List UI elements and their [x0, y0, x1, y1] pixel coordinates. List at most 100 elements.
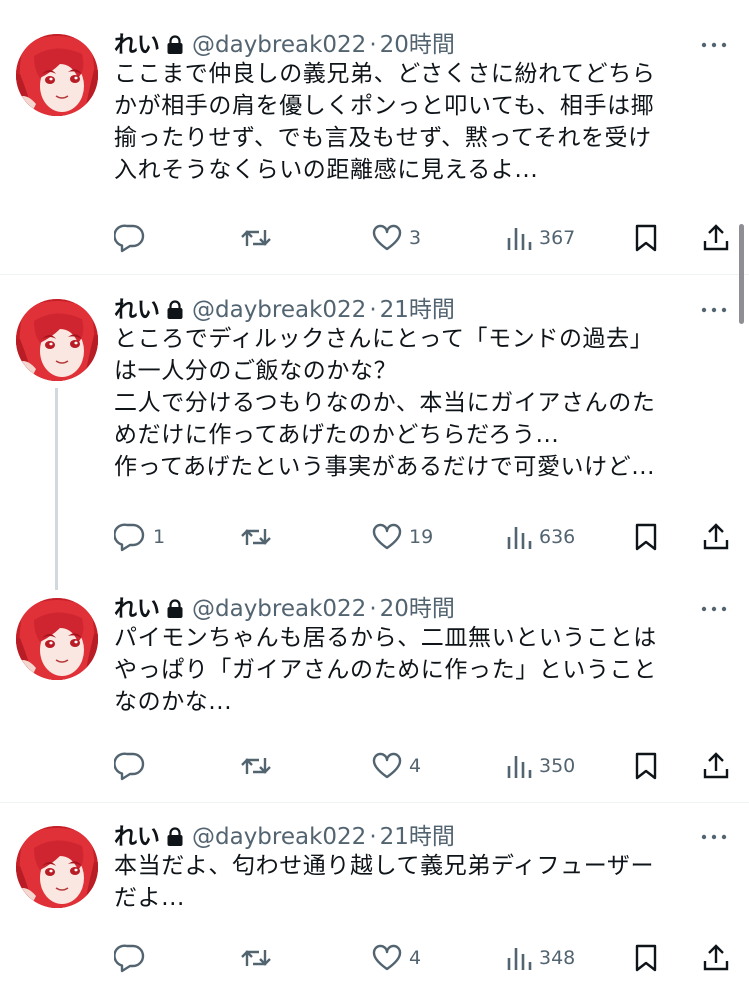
lock-icon	[166, 599, 184, 619]
tweet-text: 本当だよ、匂わせ通り越して義兄弟ディフューザー だよ...	[114, 853, 655, 911]
views-count: 636	[539, 526, 576, 548]
views-icon	[506, 752, 532, 780]
views-button[interactable]: 636	[506, 517, 575, 557]
share-button[interactable]	[702, 938, 730, 978]
scrollbar[interactable]	[739, 224, 744, 324]
like-button[interactable]: 4	[372, 746, 421, 786]
tweet-header: れい @daybreak022 · 21時間	[114, 293, 455, 327]
timestamp[interactable]: 20時間	[380, 28, 455, 62]
tweet-text: ここまで仲良しの義兄弟、どさくさに紛れてどちら かが相手の肩を優しくポンっと叩い…	[114, 61, 656, 183]
share-button[interactable]	[702, 746, 730, 786]
more-icon[interactable]	[699, 824, 729, 850]
bookmark-button[interactable]	[634, 746, 658, 786]
views-button[interactable]: 348	[506, 938, 575, 978]
like-button[interactable]: 19	[372, 517, 433, 557]
reply-icon	[114, 522, 146, 552]
share-button[interactable]	[702, 218, 730, 258]
reply-icon	[114, 943, 146, 973]
more-icon[interactable]	[699, 297, 729, 323]
more-icon[interactable]	[699, 32, 729, 58]
tweet-actions: 4 350	[110, 746, 740, 786]
views-button[interactable]: 350	[506, 746, 575, 786]
share-icon	[702, 943, 730, 973]
share-button[interactable]	[702, 517, 730, 557]
separator-dot: ·	[369, 297, 377, 323]
lock-icon	[166, 35, 184, 55]
heart-icon	[372, 224, 402, 252]
divider	[0, 802, 749, 803]
tweet-header: れい @daybreak022 · 21時間	[114, 820, 455, 854]
like-count: 4	[409, 755, 422, 777]
tweet-actions: 1 19 636	[110, 517, 740, 557]
bookmark-button[interactable]	[634, 938, 658, 978]
views-icon	[506, 523, 532, 551]
tweet-actions: 4 348	[110, 938, 740, 978]
views-count: 350	[539, 755, 576, 777]
display-name[interactable]: れい	[114, 592, 160, 626]
share-icon	[702, 522, 730, 552]
timestamp[interactable]: 20時間	[380, 592, 455, 626]
views-icon	[506, 224, 532, 252]
reply-button[interactable]	[114, 938, 153, 978]
display-name[interactable]: れい	[114, 28, 160, 62]
retweet-icon	[240, 752, 272, 780]
tweet-text: パイモンちゃんも居るから、二皿無いということは やっぱり「ガイアさんのために作っ…	[114, 625, 657, 715]
tweet-actions: 3 367	[110, 218, 740, 258]
user-handle[interactable]: @daybreak022	[192, 592, 366, 626]
more-icon[interactable]	[699, 596, 729, 622]
views-count: 348	[539, 947, 576, 969]
reply-button[interactable]: 1	[114, 517, 165, 557]
tweet-header: れい @daybreak022 · 20時間	[114, 28, 455, 62]
retweet-button[interactable]	[240, 218, 279, 258]
bookmark-button[interactable]	[634, 517, 658, 557]
avatar[interactable]	[16, 826, 98, 908]
retweet-icon	[240, 523, 272, 551]
retweet-button[interactable]	[240, 938, 279, 978]
heart-icon	[372, 523, 402, 551]
like-button[interactable]: 3	[372, 218, 421, 258]
reply-button[interactable]	[114, 746, 153, 786]
views-icon	[506, 944, 532, 972]
retweet-icon	[240, 224, 272, 252]
like-button[interactable]: 4	[372, 938, 421, 978]
user-handle[interactable]: @daybreak022	[192, 293, 366, 327]
like-count: 4	[409, 947, 422, 969]
heart-icon	[372, 944, 402, 972]
retweet-button[interactable]	[240, 517, 279, 557]
tweet-header: れい @daybreak022 · 20時間	[114, 592, 455, 626]
lock-icon	[166, 827, 184, 847]
retweet-icon	[240, 944, 272, 972]
separator-dot: ·	[369, 596, 377, 622]
timestamp[interactable]: 21時間	[380, 820, 455, 854]
retweet-button[interactable]	[240, 746, 279, 786]
user-handle[interactable]: @daybreak022	[192, 28, 366, 62]
share-icon	[702, 223, 730, 253]
like-count: 3	[409, 227, 422, 249]
share-icon	[702, 751, 730, 781]
bookmark-icon	[634, 522, 658, 552]
views-count: 367	[539, 227, 576, 249]
display-name[interactable]: れい	[114, 293, 160, 327]
display-name[interactable]: れい	[114, 820, 160, 854]
bookmark-icon	[634, 943, 658, 973]
divider	[0, 274, 749, 275]
like-count: 19	[409, 526, 434, 548]
avatar[interactable]	[16, 34, 98, 116]
reply-count: 1	[153, 526, 166, 548]
user-handle[interactable]: @daybreak022	[192, 820, 366, 854]
tweet-text: ところでディルックさんにとって「モンドの過去」 は一人分のご飯なのかな？ 二人で…	[114, 326, 656, 480]
reply-icon	[114, 223, 146, 253]
lock-icon	[166, 300, 184, 320]
bookmark-icon	[634, 223, 658, 253]
avatar[interactable]	[16, 299, 98, 381]
reply-icon	[114, 751, 146, 781]
thread-line	[55, 388, 58, 590]
views-button[interactable]: 367	[506, 218, 575, 258]
avatar[interactable]	[16, 598, 98, 680]
heart-icon	[372, 752, 402, 780]
bookmark-icon	[634, 751, 658, 781]
separator-dot: ·	[369, 824, 377, 850]
reply-button[interactable]	[114, 218, 153, 258]
timestamp[interactable]: 21時間	[380, 293, 455, 327]
bookmark-button[interactable]	[634, 218, 658, 258]
